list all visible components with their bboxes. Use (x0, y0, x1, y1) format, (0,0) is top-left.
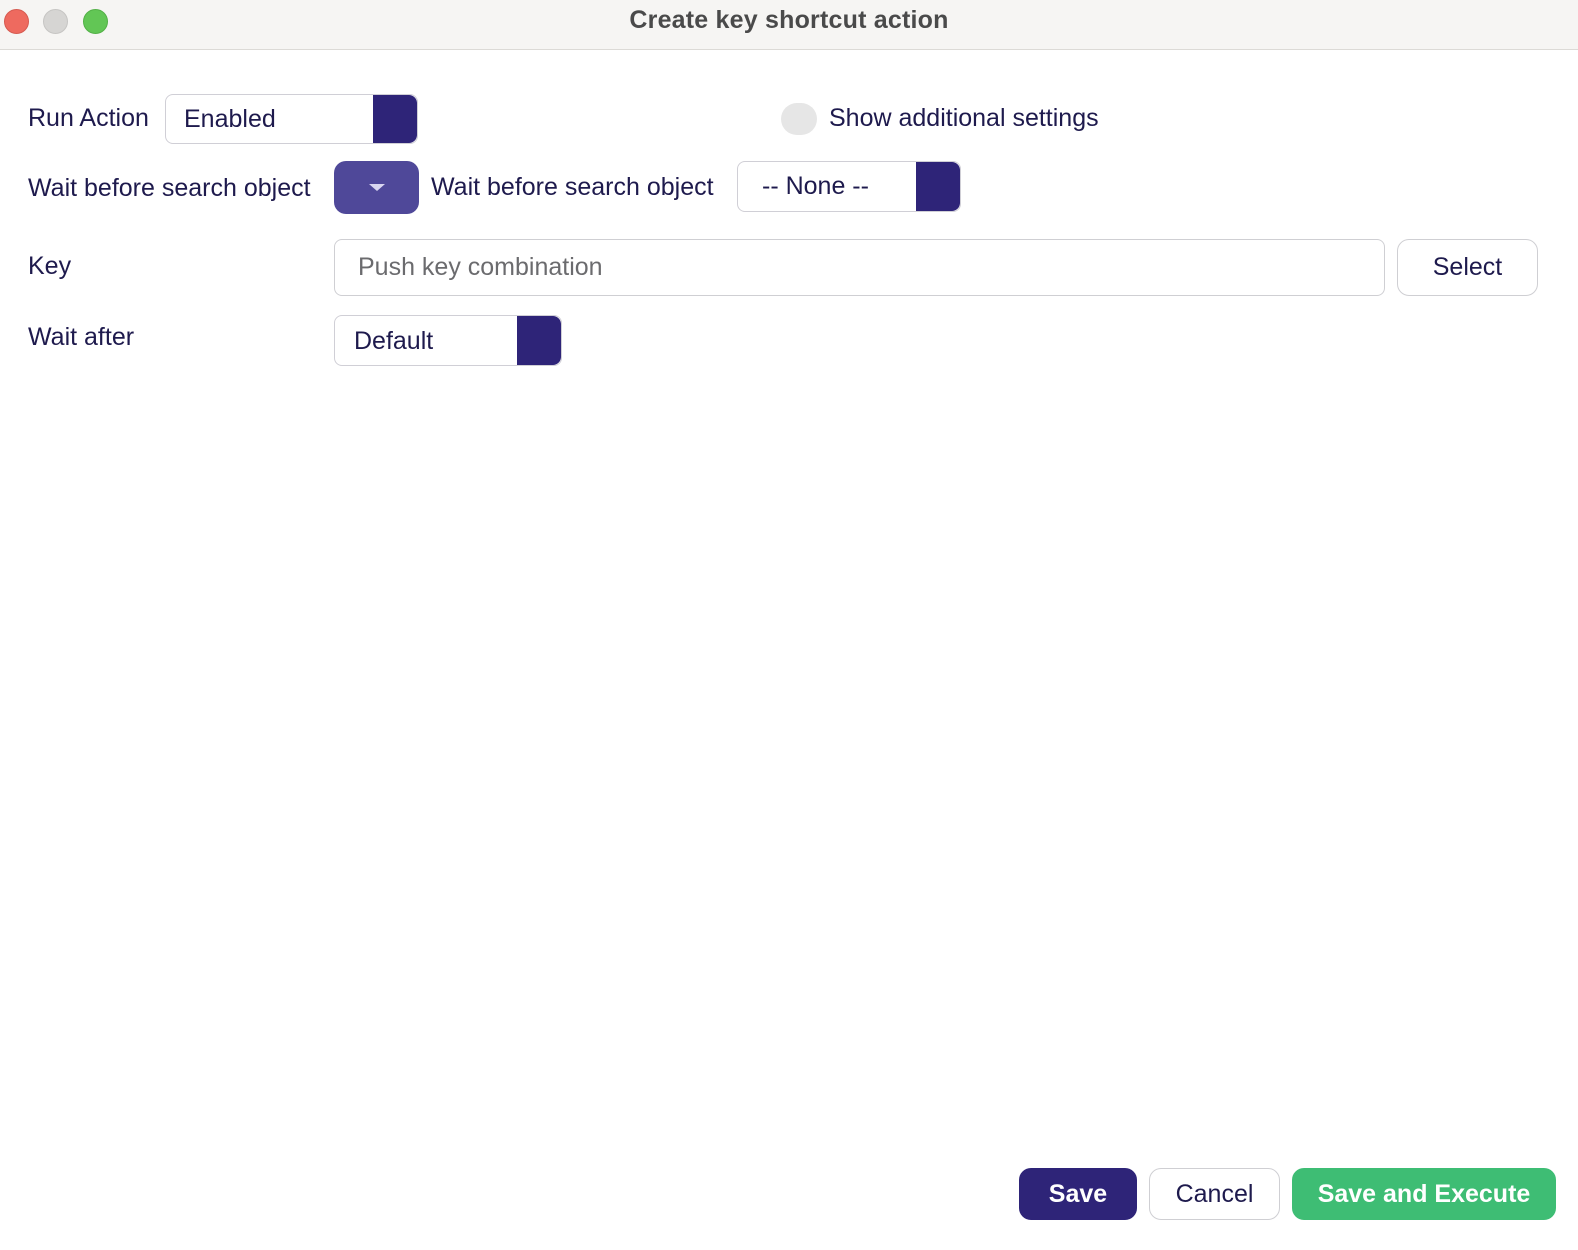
wait-before-search-dropdown-button[interactable] (334, 161, 419, 214)
wait-after-value: Default (354, 327, 434, 355)
wait-before-search-value: -- None -- (762, 172, 869, 200)
cancel-button[interactable]: Cancel (1149, 1168, 1280, 1220)
wait-before-search-select[interactable]: -- None -- (737, 161, 961, 212)
window-title: Create key shortcut action (629, 6, 949, 34)
wait-after-dropdown-handle[interactable] (517, 316, 561, 365)
wait-after-select[interactable]: Default (334, 315, 562, 366)
additional-settings-label: Show additional settings (829, 104, 1099, 132)
run-action-label: Run Action (28, 104, 149, 132)
save-button[interactable]: Save (1019, 1168, 1137, 1220)
wait-before-search-secondary-label: Wait before search object (431, 173, 714, 201)
caret-down-icon (369, 184, 385, 191)
wait-after-label: Wait after (28, 323, 135, 351)
run-action-select[interactable]: Enabled (165, 94, 418, 144)
title-bar: Create key shortcut action (0, 0, 1578, 50)
wait-before-search-label: Wait before search object (28, 174, 311, 202)
run-action-dropdown-handle[interactable] (373, 95, 417, 143)
save-and-execute-button[interactable]: Save and Execute (1292, 1168, 1556, 1220)
wait-before-search-dropdown-handle[interactable] (916, 162, 960, 211)
run-action-value: Enabled (184, 105, 276, 133)
key-label: Key (28, 252, 72, 280)
key-combination-input[interactable] (334, 239, 1385, 296)
additional-settings-toggle[interactable] (781, 103, 817, 135)
select-key-button[interactable]: Select (1397, 239, 1538, 296)
